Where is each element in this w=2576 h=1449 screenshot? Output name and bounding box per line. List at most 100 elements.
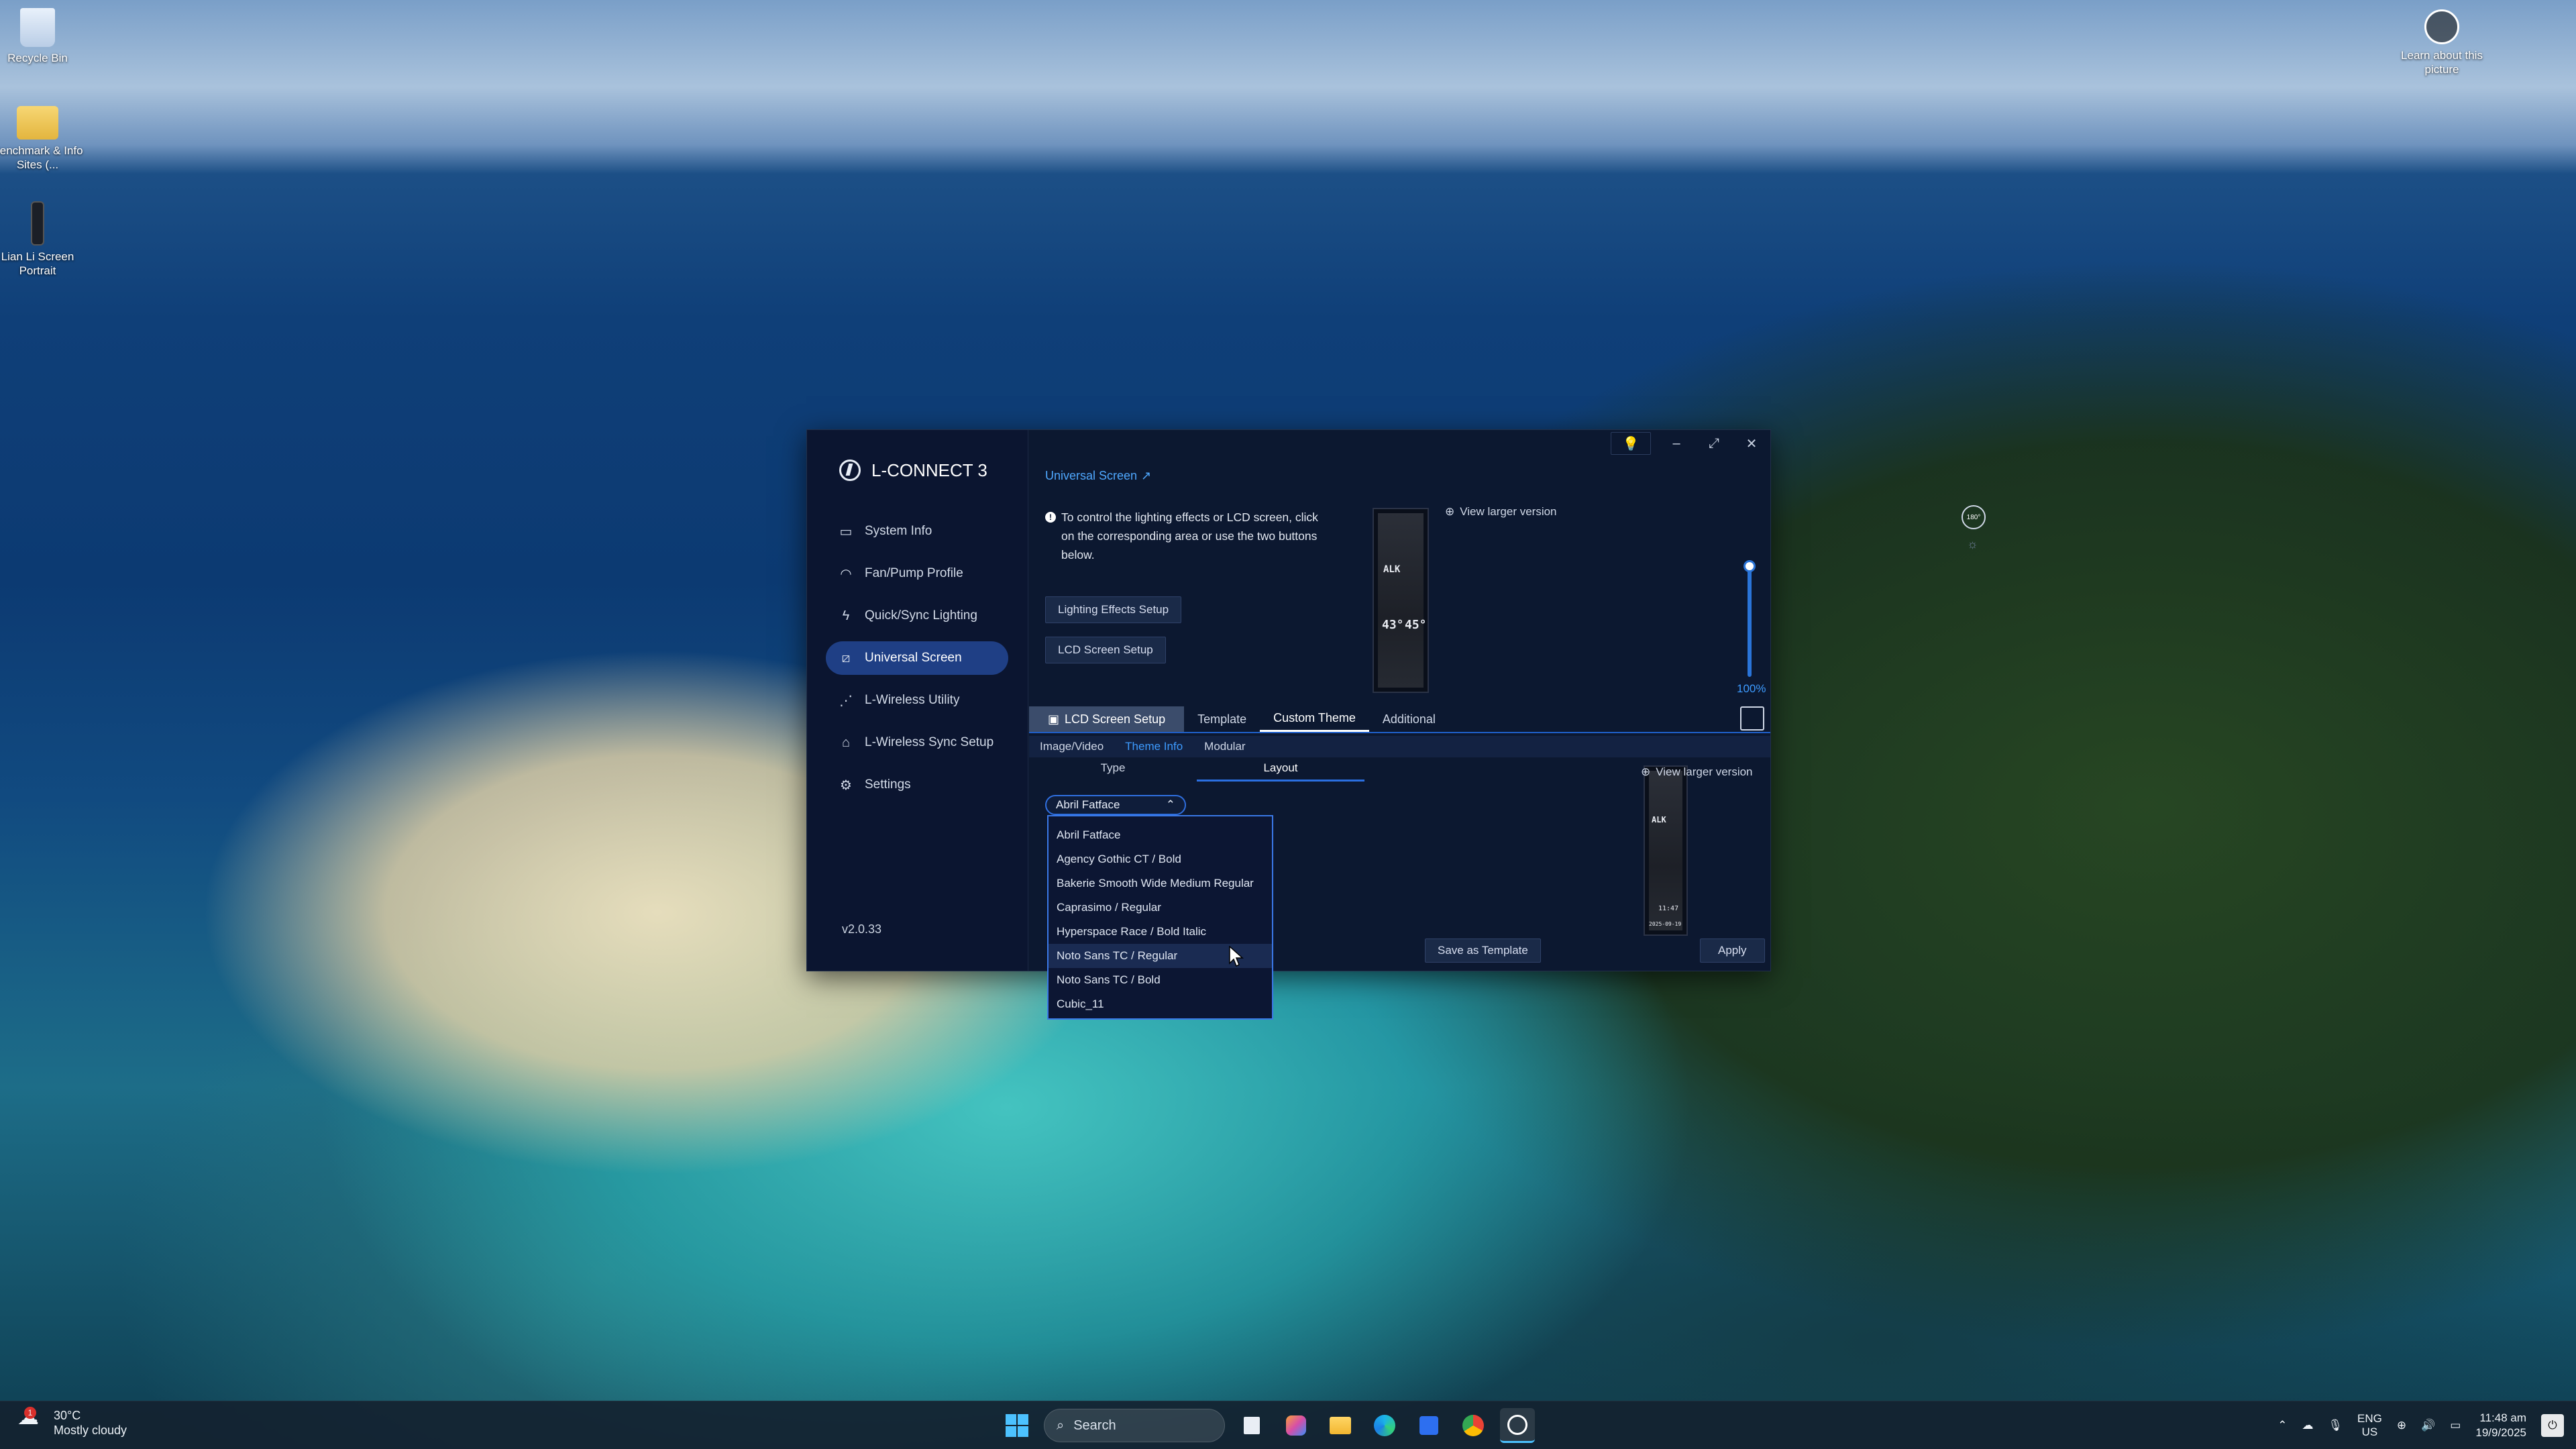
mouse-cursor-icon (1229, 945, 1244, 971)
breadcrumb[interactable]: Universal Screen ↗ (1045, 469, 1151, 483)
brightness-slider-knob[interactable] (1743, 560, 1756, 572)
chevron-up-icon[interactable]: ⌃ (2277, 1419, 2287, 1432)
desktop-learn-about-picture[interactable]: Learn about this picture (2395, 9, 2489, 76)
lconnect-taskbar-button[interactable] (1500, 1408, 1535, 1443)
lcd-preview-screen: ALK 11:47 2025-09-19 (1649, 771, 1682, 930)
tab-layout[interactable]: Layout (1197, 757, 1364, 782)
notification-bell-icon[interactable]: ⏻ (2541, 1414, 2564, 1437)
file-explorer-button[interactable] (1323, 1408, 1358, 1443)
weather-desc: Mostly cloudy (54, 1424, 127, 1437)
desktop-icon-recycle-bin[interactable]: Recycle Bin (0, 8, 85, 65)
lcd-preview-top[interactable]: ALK 43° 45° (1373, 508, 1429, 693)
apply-button[interactable]: Apply (1700, 938, 1765, 963)
tab-lcd-screen-setup[interactable]: ▣ LCD Screen Setup (1029, 706, 1185, 732)
windows-logo-icon (1006, 1414, 1028, 1437)
font-option[interactable]: Agency Gothic CT / Bold (1049, 847, 1272, 871)
tab-label: LCD Screen Setup (1065, 712, 1166, 726)
tab-image-video[interactable]: Image/Video (1029, 740, 1114, 753)
font-option[interactable]: Bakerie Smooth Wide Medium Regular (1049, 871, 1272, 896)
taskbar: ☁ 1 30°C Mostly cloudy ⌕ Search ⌃ ☁ 🎙 EN… (0, 1401, 2576, 1449)
font-option[interactable]: Noto Sans TC / Bold (1049, 968, 1272, 992)
minimize-button[interactable]: – (1658, 430, 1695, 457)
sidebar-item-label: L-Wireless Utility (865, 693, 960, 707)
recycle-bin-icon (20, 8, 55, 47)
start-button[interactable] (1000, 1408, 1034, 1443)
tab-modular[interactable]: Modular (1193, 740, 1256, 753)
brightness-icon: ☼ (1967, 537, 1978, 551)
rotate-180-button[interactable]: 180° (1962, 505, 1986, 529)
weather-text: 30°C Mostly cloudy (54, 1408, 127, 1438)
titlebar: 💡 – ⤢ ✕ (1611, 430, 1770, 457)
sidebar-item-label: System Info (865, 524, 932, 538)
sidebar-item-system-info[interactable]: ▭ System Info (826, 515, 1008, 548)
task-view-button[interactable] (1234, 1408, 1269, 1443)
close-icon: ✕ (1746, 436, 1758, 451)
sidebar-item-l-wireless-utility[interactable]: ⋰ L-Wireless Utility (826, 684, 1008, 717)
font-select-value: Abril Fatface (1056, 798, 1120, 811)
lcd-screen-setup-button[interactable]: LCD Screen Setup (1045, 637, 1166, 663)
clock[interactable]: 11:48 am 19/9/2025 (2475, 1411, 2526, 1440)
tab-additional[interactable]: Additional (1369, 706, 1449, 732)
sidebar-item-l-wireless-sync-setup[interactable]: ⌂ L-Wireless Sync Setup (826, 726, 1008, 759)
chrome-button[interactable] (1456, 1408, 1491, 1443)
edge-button[interactable] (1367, 1408, 1402, 1443)
tab-template[interactable]: Template (1184, 706, 1260, 732)
microphone-icon[interactable]: 🎙 (2328, 1419, 2343, 1432)
tab-label: Theme Info (1125, 740, 1183, 753)
lianli-logo-icon (1507, 1414, 1527, 1435)
hint-bulb-button[interactable]: 💡 (1611, 432, 1651, 455)
sidebar-item-quick-sync-lighting[interactable]: ϟ Quick/Sync Lighting (826, 599, 1008, 633)
button-label: Apply (1718, 944, 1747, 957)
sidebar-item-fan-pump-profile[interactable]: ◠ Fan/Pump Profile (826, 557, 1008, 590)
font-select[interactable]: Abril Fatface ⌃ (1045, 795, 1186, 815)
view-larger-version-top[interactable]: ⊕ View larger version (1445, 505, 1557, 519)
desktop-icon-lianli-portrait[interactable]: Lian Li Screen Portrait (0, 201, 85, 278)
store-button[interactable] (1411, 1408, 1446, 1443)
external-link-icon: ↗ (1141, 469, 1152, 482)
desktop-icon-benchmark-folder[interactable]: Benchmark & Info Sites (... (0, 106, 85, 172)
taskbar-search[interactable]: ⌕ Search (1044, 1409, 1225, 1442)
type-layout-tabs: Type Layout (1029, 757, 1364, 782)
copilot-icon (1286, 1415, 1306, 1436)
info-message: ! To control the lighting effects or LCD… (1045, 508, 1327, 564)
desktop-icon-label: Benchmark & Info Sites (... (0, 144, 83, 171)
preview-time: 11:47 (1658, 905, 1679, 912)
save-as-template-button[interactable]: Save as Template (1425, 938, 1541, 963)
tab-type[interactable]: Type (1029, 757, 1197, 782)
font-option[interactable]: Caprasimo / Regular (1049, 896, 1272, 920)
font-option[interactable]: Abril Fatface (1049, 823, 1272, 847)
network-icon[interactable]: ⊕ (2397, 1419, 2406, 1432)
sidebar-item-universal-screen[interactable]: ⧄ Universal Screen (826, 641, 1008, 675)
onedrive-icon[interactable]: ☁ (2302, 1419, 2313, 1432)
weather-temp: 30°C (54, 1409, 81, 1422)
sidebar-item-label: L-Wireless Sync Setup (865, 735, 994, 749)
zoom-icon: ⊕ (1641, 765, 1651, 778)
view-larger-version-bottom[interactable]: ⊕ View larger version (1641, 765, 1753, 779)
sidebar-item-settings[interactable]: ⚙ Settings (826, 768, 1008, 802)
search-icon: ⌕ (1057, 1417, 1065, 1433)
chevron-up-icon: ⌃ (1165, 798, 1175, 811)
font-option[interactable]: Cubic_11 (1049, 992, 1272, 1016)
lcd-preview-bottom[interactable]: ALK 11:47 2025-09-19 (1644, 765, 1688, 936)
monitor-icon: ▭ (839, 524, 853, 539)
volume-icon[interactable]: 🔊 (2421, 1419, 2435, 1432)
maximize-button[interactable]: ⤢ (1695, 430, 1733, 457)
weather-widget[interactable]: ☁ 1 30°C Mostly cloudy (17, 1406, 127, 1438)
close-button[interactable]: ✕ (1733, 430, 1770, 457)
brightness-value: 100% (1737, 682, 1766, 695)
battery-icon[interactable]: ▭ (2450, 1419, 2461, 1432)
clock-date: 19/9/2025 (2475, 1426, 2526, 1439)
sidebar: L-CONNECT 3 ▭ System Info ◠ Fan/Pump Pro… (807, 430, 1028, 971)
language-indicator[interactable]: ENG US (2357, 1412, 2382, 1439)
lighting-effects-setup-button[interactable]: Lighting Effects Setup (1045, 596, 1182, 623)
copilot-button[interactable] (1279, 1408, 1313, 1443)
camera-icon (2424, 9, 2459, 44)
brightness-slider-track[interactable] (1748, 563, 1752, 677)
tab-theme-info[interactable]: Theme Info (1114, 740, 1193, 753)
sidebar-item-label: Fan/Pump Profile (865, 566, 963, 580)
tab-custom-theme[interactable]: Custom Theme (1260, 706, 1369, 732)
lianli-logo-icon (839, 460, 861, 481)
tab-label: Custom Theme (1273, 711, 1356, 724)
notification-badge: 1 (24, 1407, 36, 1419)
font-option[interactable]: Hyperspace Race / Bold Italic (1049, 920, 1272, 944)
